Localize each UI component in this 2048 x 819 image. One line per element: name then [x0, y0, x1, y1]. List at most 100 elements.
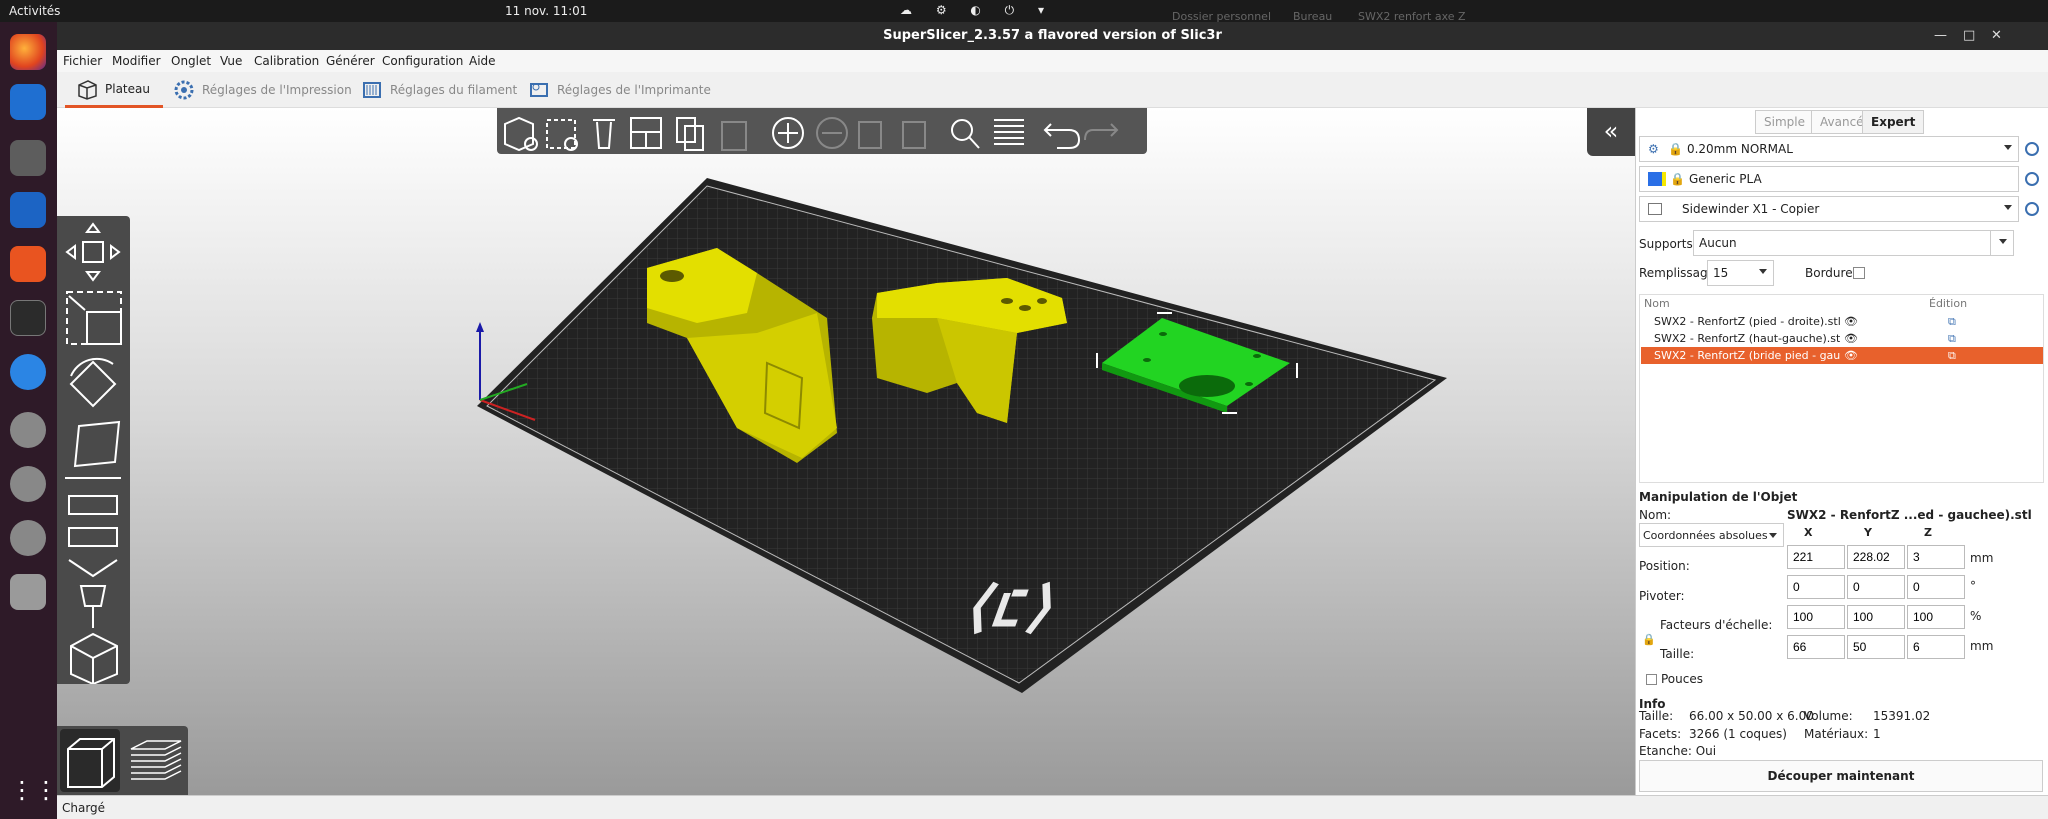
terminal-icon[interactable]	[10, 300, 46, 336]
add-instance-icon[interactable]	[772, 117, 804, 149]
edit-icon[interactable]: ⧉	[1948, 332, 1956, 346]
copy-icon[interactable]	[676, 117, 704, 151]
chevron-down-icon	[2004, 145, 2012, 150]
activities-button[interactable]: Activités	[9, 4, 60, 18]
delete-all-icon[interactable]	[593, 119, 615, 149]
object-list-row[interactable]: SWX2 - RenfortZ (haut-gauche).stl 👁 ⧉	[1641, 330, 2043, 347]
3d-view-button[interactable]	[60, 729, 120, 792]
layers-editing-icon[interactable]	[994, 119, 1024, 145]
menu-configuration[interactable]: Configuration	[382, 54, 463, 68]
rotate-y-input[interactable]	[1847, 575, 1905, 599]
position-z-input[interactable]	[1907, 545, 1965, 569]
menu-file[interactable]: Fichier	[63, 54, 102, 68]
inches-checkbox[interactable]	[1646, 674, 1657, 685]
infill-select[interactable]: 15	[1707, 260, 1774, 286]
files-icon[interactable]	[10, 140, 46, 176]
tab-printer-settings[interactable]: Réglages de l'Imprimante	[527, 72, 711, 108]
menu-tab[interactable]: Onglet	[171, 54, 211, 68]
scale-x-input[interactable]	[1787, 605, 1845, 629]
print-preset-settings-icon[interactable]	[2025, 142, 2039, 156]
search-icon[interactable]	[951, 119, 980, 149]
coordinates-mode-select[interactable]: Coordonnées absolues	[1639, 523, 1784, 547]
tab-filament-settings[interactable]: Réglages du filament	[360, 72, 517, 108]
object-list-edit-header: Édition	[1929, 297, 1968, 310]
printer-preset-settings-icon[interactable]	[2025, 202, 2039, 216]
undo-icon[interactable]	[1043, 123, 1081, 149]
tab-plater[interactable]: Plateau	[65, 72, 163, 108]
edit-icon[interactable]: ⧉	[1948, 349, 1956, 363]
thunderbird-icon[interactable]	[10, 84, 46, 120]
slicer-icon[interactable]	[10, 354, 46, 390]
menu-generate[interactable]: Générer	[326, 54, 375, 68]
menu-help[interactable]: Aide	[469, 54, 496, 68]
system-tray[interactable]: ☁ ⚙ ◐ ⏻ ▾	[900, 3, 1054, 18]
scale-z-input[interactable]	[1907, 605, 1965, 629]
size-y-input[interactable]	[1847, 635, 1905, 659]
scale-y-input[interactable]	[1847, 605, 1905, 629]
size-x-input[interactable]	[1787, 635, 1845, 659]
delete-object-icon[interactable]	[546, 119, 578, 151]
object-list-row-selected[interactable]: SWX2 - RenfortZ (bride pied - gauche).st…	[1641, 347, 2043, 364]
menu-calibration[interactable]: Calibration	[254, 54, 319, 68]
system-clock[interactable]: 11 nov. 11:01	[505, 4, 587, 18]
disk-icon[interactable]	[10, 466, 46, 502]
add-object-icon[interactable]	[504, 116, 538, 152]
app-center-icon[interactable]	[10, 246, 46, 282]
place-on-face-icon[interactable]	[65, 420, 121, 479]
printer-preset-select[interactable]: Sidewinder X1 - Copier	[1639, 196, 2019, 222]
object-name: SWX2 - RenfortZ (haut-gauche).stl	[1654, 332, 1840, 345]
scale-icon[interactable]	[66, 291, 122, 345]
disk-icon[interactable]	[10, 412, 46, 448]
menu-edit[interactable]: Modifier	[112, 54, 161, 68]
seam-painting-icon[interactable]	[70, 632, 118, 686]
split-objects-icon[interactable]	[858, 121, 882, 149]
mode-expert-button[interactable]: Expert	[1862, 110, 1925, 134]
slice-now-button[interactable]: Découper maintenant	[1639, 760, 2043, 792]
brim-checkbox[interactable]	[1853, 267, 1865, 279]
position-x-input[interactable]	[1787, 545, 1845, 569]
status-bar: Chargé	[57, 795, 2048, 819]
eye-icon[interactable]: 👁	[1844, 332, 1858, 345]
move-icon[interactable]	[65, 222, 121, 282]
redo-icon[interactable]	[1084, 123, 1119, 141]
minimize-icon[interactable]: —	[1934, 22, 1947, 50]
split-parts-icon[interactable]	[902, 121, 926, 149]
collapse-sidebar-button[interactable]: «	[1587, 108, 1635, 156]
preview-button[interactable]	[125, 729, 185, 792]
filament-preset-value: Generic PLA	[1688, 172, 1762, 186]
paint-supports-icon[interactable]	[68, 559, 118, 628]
app-grid-icon[interactable]: ⋮⋮⋮	[10, 772, 82, 808]
paste-icon[interactable]	[721, 121, 747, 151]
filament-preset-select[interactable]: 🔒 Generic PLA	[1639, 166, 2019, 192]
gizmo-icons	[65, 222, 122, 686]
rotate-x-input[interactable]	[1787, 575, 1845, 599]
firefox-icon[interactable]	[10, 34, 46, 70]
object-list-row[interactable]: SWX2 - RenfortZ (pied - droite).stl 👁 ⧉	[1641, 313, 2043, 330]
cut-icon[interactable]	[68, 495, 118, 547]
eye-icon[interactable]: 👁	[1844, 349, 1858, 362]
3d-viewport[interactable]: «	[57, 108, 1635, 795]
position-y-input[interactable]	[1847, 545, 1905, 569]
supports-select[interactable]: Aucun	[1693, 230, 2014, 256]
mode-simple-button[interactable]: Simple	[1755, 110, 1814, 134]
disk-icon[interactable]	[10, 520, 46, 556]
maximize-icon[interactable]: □	[1963, 22, 1975, 50]
arrange-icon[interactable]	[630, 117, 662, 149]
sidebar-panel: Simple Avancé Expert ⚙ 🔒 0.20mm NORMAL 🔒…	[1635, 108, 2048, 795]
print-preset-select[interactable]: ⚙ 🔒 0.20mm NORMAL	[1639, 136, 2019, 162]
edit-icon[interactable]: ⧉	[1948, 315, 1956, 329]
writer-icon[interactable]	[10, 192, 46, 228]
manipulation-title: Manipulation de l'Objet	[1639, 490, 1798, 504]
rotate-icon[interactable]	[69, 357, 117, 408]
filament-preset-settings-icon[interactable]	[2025, 172, 2039, 186]
tab-print-settings[interactable]: Réglages de l'Impression	[172, 72, 352, 108]
close-icon[interactable]: ✕	[1991, 22, 2002, 50]
menu-view[interactable]: Vue	[220, 54, 242, 68]
lock-scale-icon[interactable]: 🔒	[1642, 633, 1656, 646]
rotate-z-input[interactable]	[1907, 575, 1965, 599]
eye-icon[interactable]: 👁	[1844, 315, 1858, 328]
remove-instance-icon[interactable]	[816, 117, 848, 149]
size-z-input[interactable]	[1907, 635, 1965, 659]
window-title: SuperSlicer_2.3.57 a flavored version of…	[883, 28, 1222, 43]
ssd-icon[interactable]	[10, 574, 46, 610]
